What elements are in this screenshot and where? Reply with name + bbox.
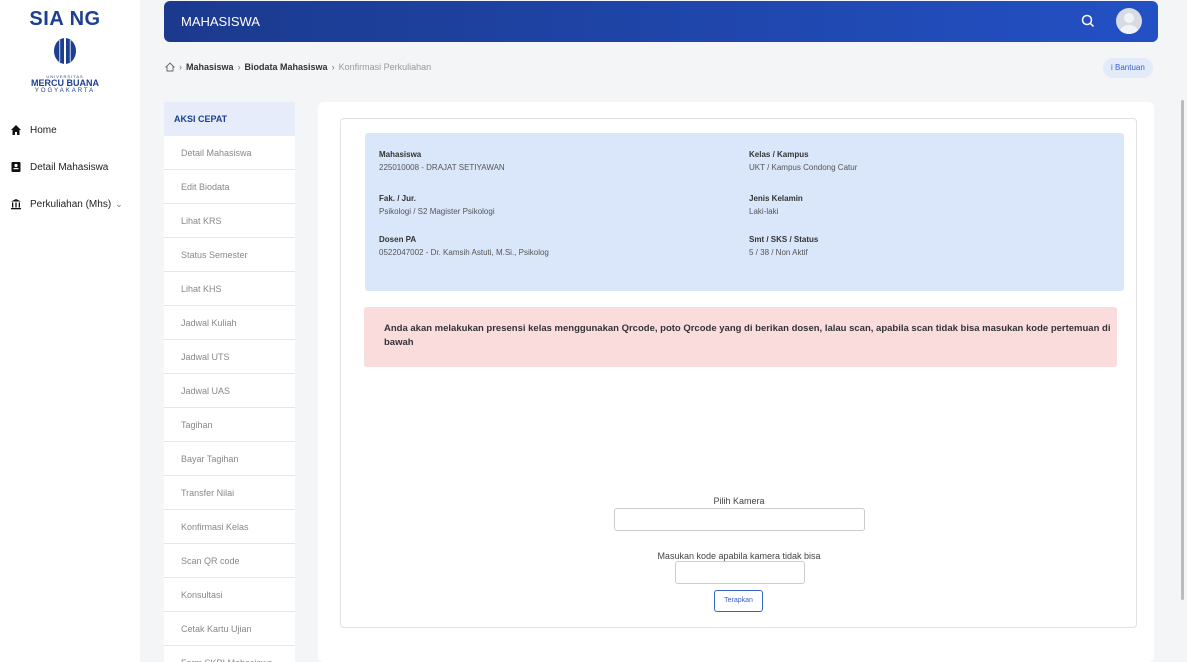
field-label: Dosen PA <box>379 235 417 244</box>
quick-actions-title: AKSI CEPAT <box>164 102 295 136</box>
quick-action-jadwal-uts[interactable]: Jadwal UTS <box>164 340 295 374</box>
breadcrumb: › Mahasiswa › Biodata Mahasiswa › Konfir… <box>165 62 431 72</box>
quick-action-edit-biodata[interactable]: Edit Biodata <box>164 170 295 204</box>
quick-action-detail-mahasiswa[interactable]: Detail Mahasiswa <box>164 136 295 170</box>
main-card: Mahasiswa 225010008 - DRAJAT SETIYAWAN F… <box>318 102 1154 662</box>
field-value: Psikologi / S2 Magister Psikologi <box>379 207 495 216</box>
quick-actions-panel: AKSI CEPAT Detail Mahasiswa Edit Biodata… <box>164 102 295 662</box>
user-avatar-icon <box>1120 13 1138 34</box>
code-input-label: Masukan kode apabila kamera tidak bisa <box>657 551 821 561</box>
quick-action-form-skpi[interactable]: Form SKPI Mahasiswa <box>164 646 295 662</box>
breadcrumb-separator: › <box>331 62 335 72</box>
content-panel: Mahasiswa 225010008 - DRAJAT SETIYAWAN F… <box>340 118 1137 628</box>
breadcrumb-current: Konfirmasi Perkuliahan <box>338 62 432 72</box>
breadcrumb-item[interactable]: Mahasiswa <box>186 62 234 72</box>
home-icon <box>11 125 21 135</box>
nav-item-label: Detail Mahasiswa <box>30 161 109 173</box>
logo-name-text: MERCU BUANA <box>31 78 99 88</box>
page-scrollbar[interactable] <box>1181 100 1184 600</box>
field-label: Smt / SKS / Status <box>749 235 819 244</box>
field-value: 0522047002 - Dr. Kamsih Astuti, M.Si., P… <box>379 248 549 257</box>
nav-item-perkuliahan[interactable]: Perkuliahan (Mhs) ⌄ <box>10 194 123 214</box>
field-value: 225010008 - DRAJAT SETIYAWAN <box>379 163 505 172</box>
quick-action-status-semester[interactable]: Status Semester <box>164 238 295 272</box>
field-mahasiswa: Mahasiswa 225010008 - DRAJAT SETIYAWAN <box>379 150 505 172</box>
breadcrumb-separator: › <box>179 62 182 72</box>
sidebar: SIA NG UNIVERSITAS MERCU BUANA YOGYAKART… <box>0 0 140 662</box>
help-label: Bantuan <box>1115 63 1145 72</box>
quick-action-konfirmasi-kelas[interactable]: Konfirmasi Kelas <box>164 510 295 544</box>
field-value: Laki-laki <box>749 207 779 216</box>
camera-select[interactable] <box>614 508 865 531</box>
field-label: Jenis Kelamin <box>749 194 803 203</box>
app-title: SIA NG <box>29 8 101 30</box>
field-value: UKT / Kampus Condong Catur <box>749 163 858 172</box>
building-icon <box>11 199 21 210</box>
field-label: Fak. / Jur. <box>379 194 416 203</box>
brand: SIA NG UNIVERSITAS MERCU BUANA YOGYAKART… <box>0 8 130 95</box>
meeting-code-input[interactable] <box>675 561 805 584</box>
field-dosen-pa: Dosen PA 0522047002 - Dr. Kamsih Astuti,… <box>379 235 549 257</box>
search-icon[interactable] <box>1080 13 1096 29</box>
help-button[interactable]: i Bantuan <box>1103 58 1153 78</box>
field-fak-jur: Fak. / Jur. Psikologi / S2 Magister Psik… <box>379 194 495 216</box>
student-info-box: Mahasiswa 225010008 - DRAJAT SETIYAWAN F… <box>365 133 1124 291</box>
nav-item-detail-mahasiswa[interactable]: Detail Mahasiswa <box>10 157 123 177</box>
page-section-title: MAHASISWA <box>181 14 260 29</box>
quick-action-lihat-khs[interactable]: Lihat KHS <box>164 272 295 306</box>
camera-select-label: Pilih Kamera <box>713 496 765 506</box>
id-card-icon <box>11 162 21 172</box>
side-nav: Home Detail Mahasiswa Perkuliahan (Mhs) … <box>10 120 123 231</box>
quick-action-transfer-nilai[interactable]: Transfer Nilai <box>164 476 295 510</box>
quick-action-scan-qr-code[interactable]: Scan QR code <box>164 544 295 578</box>
apply-button[interactable]: Terapkan <box>714 590 763 612</box>
quick-action-cetak-kartu-ujian[interactable]: Cetak Kartu Ujian <box>164 612 295 646</box>
quick-action-lihat-krs[interactable]: Lihat KRS <box>164 204 295 238</box>
nav-item-label: Home <box>30 124 57 136</box>
quick-action-jadwal-uas[interactable]: Jadwal UAS <box>164 374 295 408</box>
quick-action-konsultasi[interactable]: Konsultasi <box>164 578 295 612</box>
logo-city-text: YOGYAKARTA <box>34 88 96 94</box>
top-bar: MAHASISWA <box>164 1 1158 42</box>
breadcrumb-separator: › <box>237 62 241 72</box>
nav-item-label: Perkuliahan (Mhs) <box>30 198 112 210</box>
field-smt-sks-status: Smt / SKS / Status 5 / 38 / Non Aktif <box>749 235 818 257</box>
nav-item-home[interactable]: Home <box>10 120 123 140</box>
qr-instruction-alert: Anda akan melakukan presensi kelas mengg… <box>364 307 1117 367</box>
quick-action-tagihan[interactable]: Tagihan <box>164 408 295 442</box>
quick-action-jadwal-kuliah[interactable]: Jadwal Kuliah <box>164 306 295 340</box>
breadcrumb-item[interactable]: Biodata Mahasiswa <box>245 62 328 72</box>
home-outline-icon[interactable] <box>165 62 175 72</box>
field-kelas-kampus: Kelas / Kampus UKT / Kampus Condong Catu… <box>749 150 857 172</box>
quick-action-bayar-tagihan[interactable]: Bayar Tagihan <box>164 442 295 476</box>
chevron-down-icon: ⌄ <box>115 198 123 209</box>
university-logo-icon <box>54 37 76 65</box>
field-jenis-kelamin: Jenis Kelamin Laki-laki <box>749 194 803 216</box>
field-value: 5 / 38 / Non Aktif <box>749 248 808 257</box>
field-label: Mahasiswa <box>379 150 422 159</box>
field-label: Kelas / Kampus <box>749 150 809 159</box>
avatar[interactable] <box>1116 8 1142 34</box>
